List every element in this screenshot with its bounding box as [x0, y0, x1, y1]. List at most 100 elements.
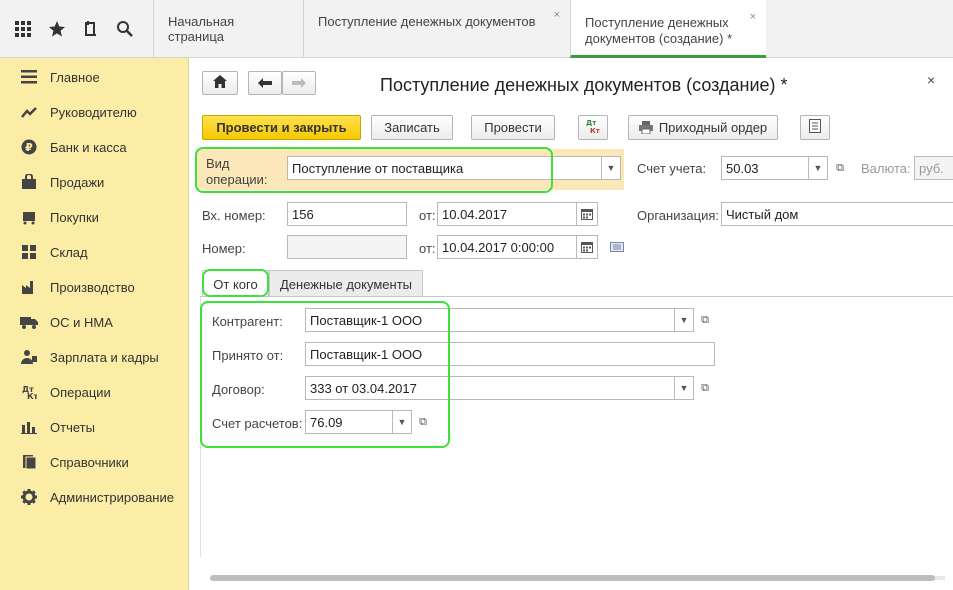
tab-money-documents[interactable]: Денежные документы	[269, 270, 423, 297]
tab-label: Начальная страница	[168, 14, 235, 44]
home-button[interactable]	[202, 71, 238, 95]
svg-text:Кт: Кт	[590, 127, 601, 134]
receipt-order-button[interactable]: Приходный ордер	[628, 115, 778, 140]
top-bar: Начальная страница Поступление денежных …	[0, 0, 953, 58]
sidebar-item-label: Отчеты	[50, 419, 95, 435]
close-icon[interactable]: ×	[750, 9, 756, 25]
history-icon[interactable]	[80, 18, 102, 40]
chevron-down-icon[interactable]: ▼	[601, 156, 621, 180]
sidebar-item-label: Склад	[50, 244, 88, 260]
forward-button[interactable]	[282, 71, 316, 95]
tab-money-docs[interactable]: Поступление денежных документов ×	[303, 0, 570, 58]
calendar-icon[interactable]	[576, 235, 598, 259]
sidebar-item-label: Покупки	[50, 209, 99, 225]
sidebar-item-label: Главное	[50, 69, 100, 85]
dt-kt-button[interactable]: Дт Кт	[578, 115, 608, 140]
svg-text:₽: ₽	[25, 141, 33, 154]
dt-kt-icon: Дт Кт	[585, 118, 601, 137]
sidebar-item-sales[interactable]: Продажи	[0, 167, 189, 197]
sidebar-item-reports[interactable]: Отчеты	[0, 412, 189, 442]
gear-icon	[20, 488, 38, 506]
page-title: Поступление денежных документов (создани…	[380, 75, 788, 95]
currency-label: Валюта:	[861, 161, 911, 176]
sidebar-item-production[interactable]: Производство	[0, 272, 189, 302]
search-icon[interactable]	[114, 18, 136, 40]
number-field	[287, 235, 407, 259]
in-date-label: от:	[419, 208, 436, 223]
factory-icon	[20, 278, 38, 296]
comment-icon[interactable]	[607, 235, 627, 259]
sidebar-item-label: Руководителю	[50, 104, 137, 120]
in-date-field[interactable]: 10.04.2017	[437, 202, 577, 226]
ruble-icon: ₽	[20, 138, 38, 156]
star-icon[interactable]	[46, 18, 68, 40]
chevron-down-icon[interactable]: ▼	[808, 156, 828, 180]
account-label: Счет учета:	[637, 161, 707, 176]
open-icon[interactable]: ⧉	[695, 308, 715, 332]
highlight-operation-type	[195, 147, 553, 193]
people-icon	[20, 348, 38, 366]
post-and-close-button[interactable]: Провести и закрыть	[202, 115, 361, 140]
apps-grid-icon[interactable]	[12, 18, 34, 40]
scrollbar-thumb[interactable]	[210, 575, 935, 581]
calendar-icon[interactable]	[576, 202, 598, 226]
tab-label: Поступление денежных документов	[318, 14, 536, 29]
document-icon	[809, 119, 821, 136]
sidebar-item-assets[interactable]: ОС и НМА	[0, 307, 189, 337]
sidebar-item-label: Зарплата и кадры	[50, 349, 159, 365]
top-icons	[0, 0, 153, 58]
sidebar-item-label: Справочники	[50, 454, 129, 470]
tab-label-line1: Поступление денежных	[585, 15, 729, 30]
close-icon[interactable]: ×	[554, 9, 560, 21]
back-button[interactable]	[248, 71, 282, 95]
currency-field: руб.	[914, 156, 953, 180]
chevron-down-icon[interactable]: ▼	[674, 308, 694, 332]
sidebar-item-catalogs[interactable]: Справочники	[0, 447, 189, 477]
sidebar-item-manager[interactable]: Руководителю	[0, 97, 189, 127]
tab-label-line2: документов (создание) *	[585, 31, 733, 46]
sidebar: Главное Руководителю ₽ Банк и касса Прод…	[0, 58, 189, 590]
sidebar-item-operations[interactable]: Дт Кт Операции	[0, 377, 189, 407]
highlight-from-whom-tab	[202, 269, 269, 297]
svg-text:Кт: Кт	[27, 392, 37, 400]
date-field[interactable]: 10.04.2017 0:00:00	[437, 235, 577, 259]
sidebar-item-admin[interactable]: Администрирование	[0, 482, 189, 512]
menu-icon	[20, 68, 38, 86]
sidebar-item-warehouse[interactable]: Склад	[0, 237, 189, 267]
close-form-icon[interactable]: ×	[927, 72, 935, 88]
sidebar-item-label: Администрирование	[50, 489, 174, 505]
in-number-field[interactable]: 156	[287, 202, 407, 226]
button-label: Приходный ордер	[658, 120, 768, 135]
tab-divider	[200, 296, 953, 297]
chevron-down-icon[interactable]: ▼	[674, 376, 694, 400]
sidebar-item-bank[interactable]: ₽ Банк и касса	[0, 132, 189, 162]
post-button[interactable]: Провести	[471, 115, 555, 140]
arrow-left-icon	[258, 76, 272, 91]
arrow-right-icon	[292, 76, 306, 91]
printer-icon	[638, 121, 653, 134]
open-icon[interactable]: ⧉	[830, 156, 850, 180]
svg-text:Дт: Дт	[586, 119, 597, 127]
open-icon[interactable]: ⧉	[695, 376, 715, 400]
save-button[interactable]: Записать	[371, 115, 453, 140]
date-label: от:	[419, 241, 436, 256]
in-number-label: Вх. номер:	[202, 208, 266, 223]
tab-home[interactable]: Начальная страница	[153, 0, 303, 58]
books-icon	[20, 453, 38, 471]
number-label: Номер:	[202, 241, 246, 256]
horizontal-scrollbar[interactable]	[210, 573, 945, 583]
structure-button[interactable]	[800, 115, 830, 140]
sidebar-item-main[interactable]: Главное	[0, 62, 189, 92]
warehouse-icon	[20, 243, 38, 261]
sidebar-item-salary[interactable]: Зарплата и кадры	[0, 342, 189, 372]
dt-kt-icon: Дт Кт	[20, 383, 38, 401]
account-field[interactable]: 50.03	[721, 156, 809, 180]
document-form: Поступление денежных документов (создани…	[190, 58, 953, 590]
organization-field[interactable]: Чистый дом	[721, 202, 953, 226]
tab-money-docs-create[interactable]: Поступление денежных документов (создани…	[570, 0, 766, 58]
sidebar-item-label: Банк и касса	[50, 139, 127, 155]
sidebar-item-label: Продажи	[50, 174, 105, 190]
trend-icon	[20, 103, 38, 121]
sidebar-item-purchases[interactable]: Покупки	[0, 202, 189, 232]
home-icon	[213, 75, 227, 91]
